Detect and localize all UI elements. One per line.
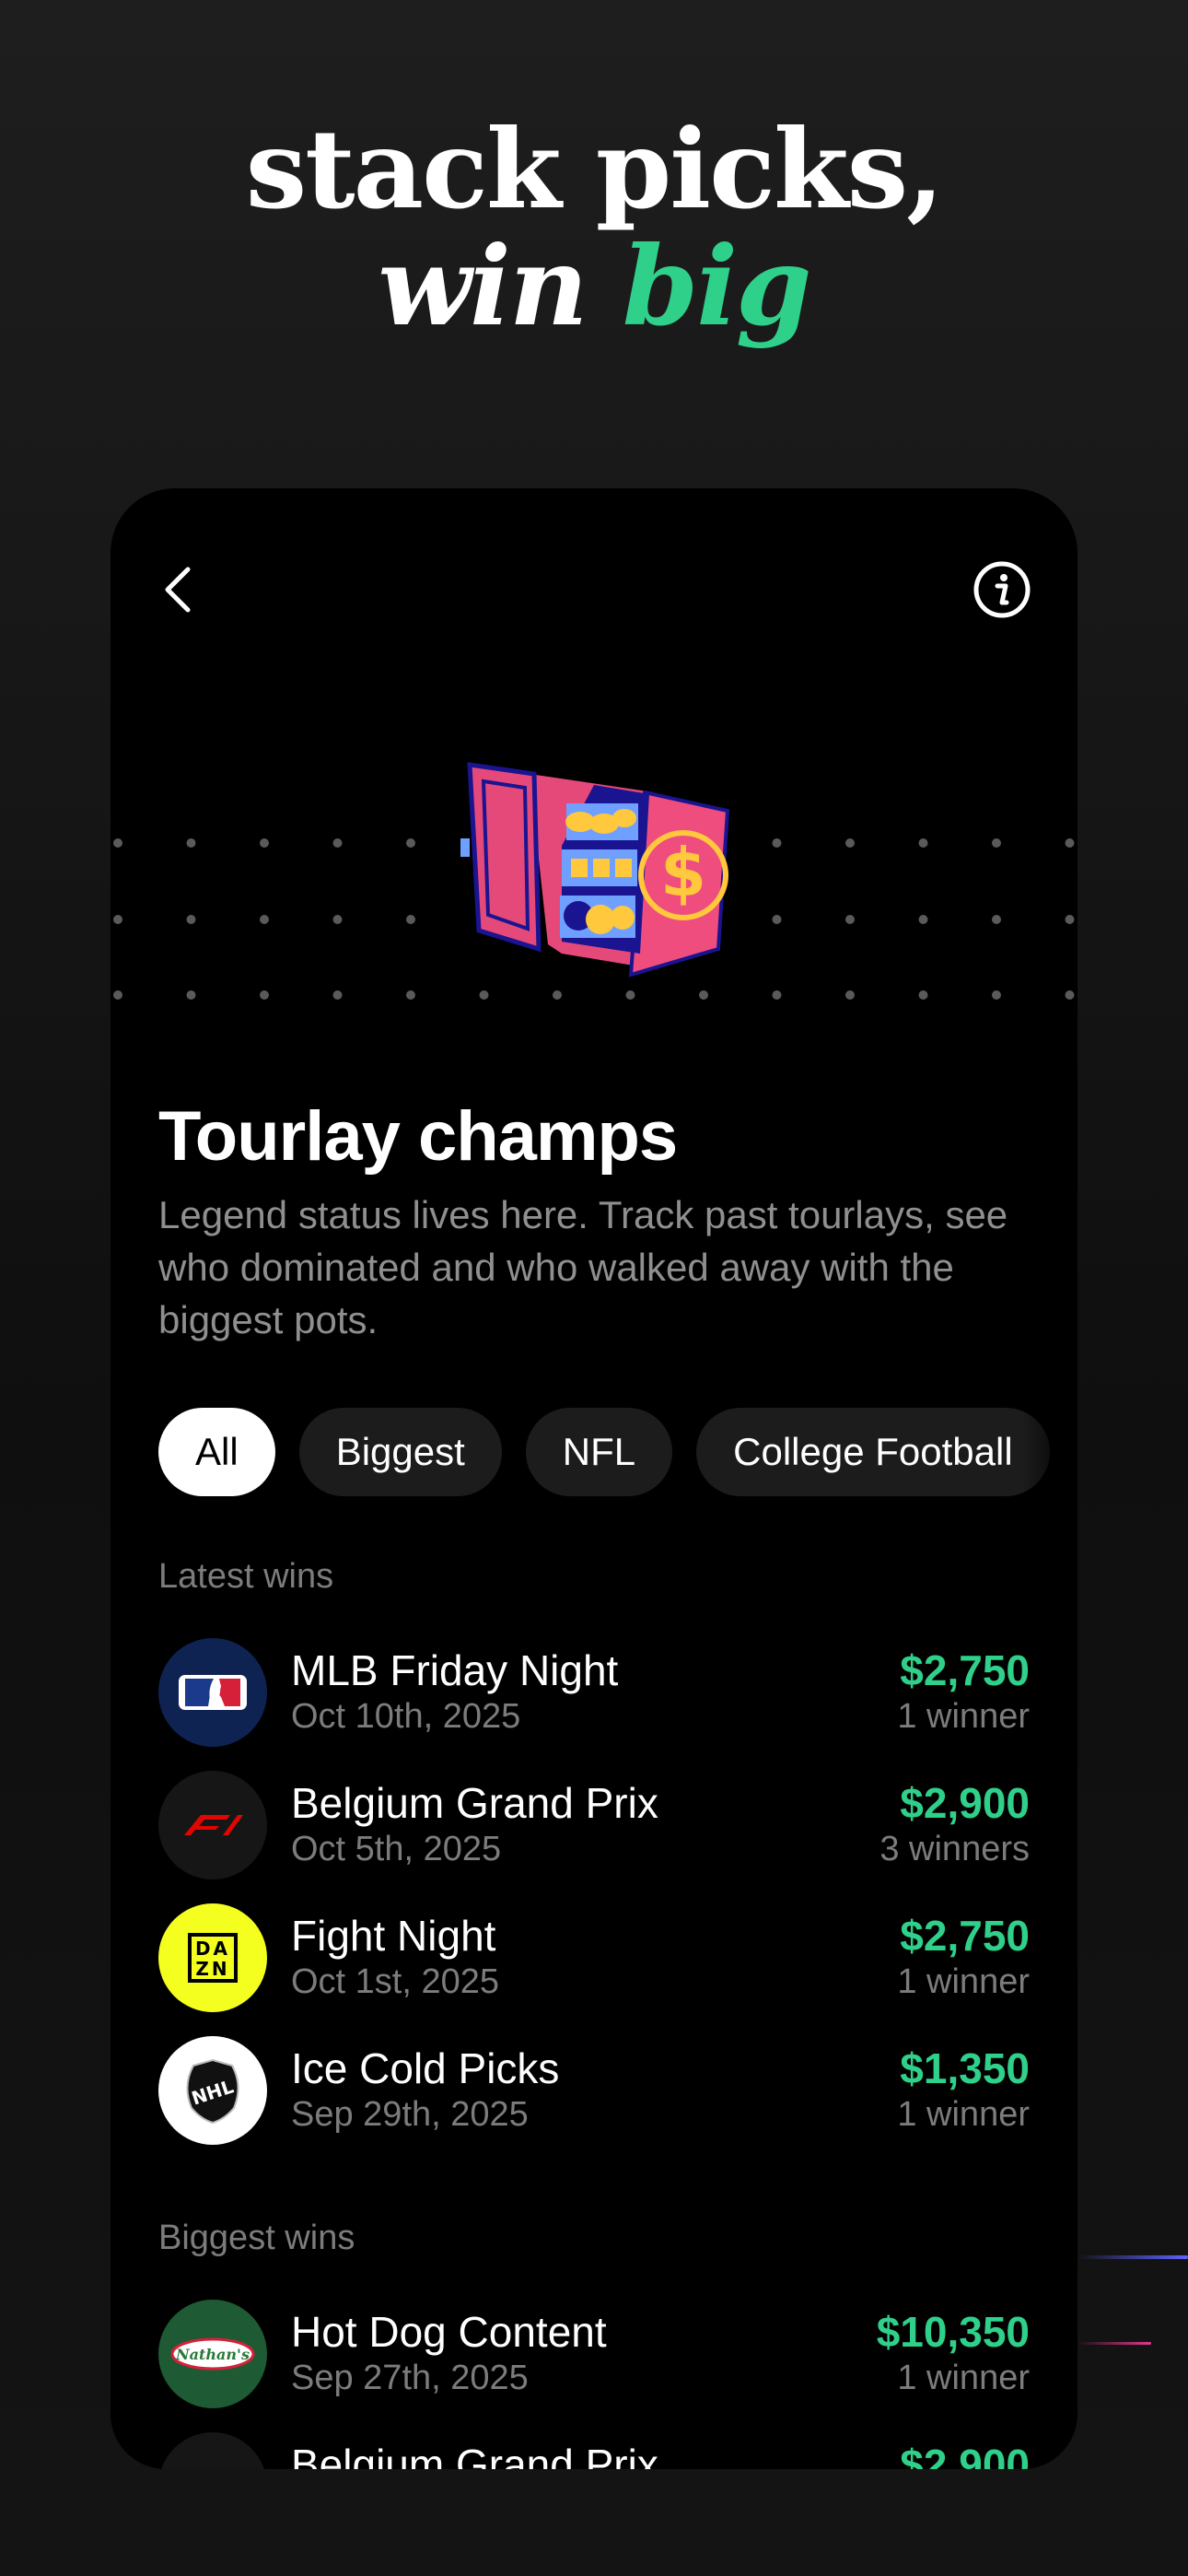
win-amount: $2,900 [900,2441,1030,2469]
win-name: Belgium Grand Prix [291,2441,658,2469]
filter-chips: All Biggest NFL College Football [158,1408,1050,1496]
win-amount: $1,350 [900,2044,1030,2092]
win-name: Hot Dog Content [291,2308,607,2356]
grid-dot [918,915,928,924]
nhl-logo: NHL [158,2036,267,2145]
svg-text:ZN: ZN [195,1958,229,1980]
win-name: MLB Friday Night [291,1646,619,1694]
win-date: Sep 29th, 2025 [291,2095,529,2134]
win-date: Oct 5th, 2025 [291,1830,502,1868]
winner-count: 1 winner [897,1697,1030,1736]
grid-dot [772,915,782,924]
win-row[interactable]: Belgium Grand Prix $2,900 [158,2432,1030,2469]
grid-dot [992,990,1001,1000]
win-amount: $2,750 [900,1912,1030,1960]
grid-dot [845,990,855,1000]
grid-dot [1065,990,1075,1000]
grid-dot [113,990,122,1000]
svg-text:$: $ [660,834,706,911]
mlb-logo [158,1638,267,1747]
grid-dot [918,838,928,848]
section-title-biggest: Biggest wins [158,2219,355,2257]
grid-dot [186,838,196,848]
win-amount: $2,750 [900,1646,1030,1694]
grid-dot [260,838,269,848]
grid-dot [918,990,928,1000]
grid-dot [260,915,269,924]
dazn-logo: DA ZN [158,1903,267,2012]
headline-word-green: big [622,222,812,351]
info-icon[interactable] [973,560,1031,619]
grid-dot [845,915,855,924]
win-amount: $10,350 [876,2308,1030,2356]
nathans-logo: Nathan's [158,2300,267,2408]
win-row[interactable]: NHL Ice Cold Picks Sep 29th, 2025 $1,350… [158,2036,1030,2147]
win-date: Oct 10th, 2025 [291,1697,521,1736]
grid-dot [113,915,122,924]
win-date: Sep 27th, 2025 [291,2359,529,2397]
headline-line2: win big [0,228,1188,345]
win-amount: $2,900 [900,1779,1030,1827]
headline-line1: stack picks, [245,105,945,233]
winner-count: 1 winner [897,2095,1030,2134]
svg-text:Nathan's: Nathan's [175,2346,250,2363]
filter-chip-nfl[interactable]: NFL [525,1408,673,1496]
edge-glow-pink [1077,2342,1151,2345]
winner-count: 1 winner [897,1962,1030,2001]
f1-logo [158,2432,267,2469]
page-title: Tourlay champs [158,1097,678,1176]
filter-chip-college-football[interactable]: College Football [696,1408,1050,1496]
grid-dot [992,915,1001,924]
win-name: Ice Cold Picks [291,2044,560,2092]
win-row[interactable]: MLB Friday Night Oct 10th, 2025 $2,750 1… [158,1638,1030,1749]
grid-dot [332,838,343,848]
safe-illustration: $ [460,762,730,978]
svg-text:DA: DA [195,1938,230,1960]
grid-dot [332,915,343,924]
grid-dot [992,838,1001,848]
win-row[interactable]: DA ZN Fight Night Oct 1st, 2025 $2,750 1… [158,1903,1030,2014]
section-title-latest: Latest wins [158,1557,334,1596]
win-name: Fight Night [291,1912,496,1960]
win-name: Belgium Grand Prix [291,1779,658,1827]
win-row[interactable]: Belgium Grand Prix Oct 5th, 2025 $2,900 … [158,1771,1030,1881]
phone-screen: $ Tourlay champs Legend status lives her… [111,488,1077,2469]
winner-count: 1 winner [897,2359,1030,2397]
win-row[interactable]: Nathan's Hot Dog Content Sep 27th, 2025 … [158,2300,1030,2410]
f1-logo [158,1771,267,1879]
chevron-left-icon[interactable] [157,562,203,617]
grid-dot [1065,838,1075,848]
grid-dot [113,838,122,848]
grid-dot [1065,915,1075,924]
filter-scroll-fade [1022,1400,1077,1502]
winner-count: 3 winners [879,1830,1030,1868]
grid-dot [260,990,269,1000]
grid-dot [186,990,196,1000]
headline: stack picks, win big [0,111,1188,345]
grid-dot [186,915,196,924]
win-date: Oct 1st, 2025 [291,1962,500,2001]
filter-chip-biggest[interactable]: Biggest [298,1408,502,1496]
filter-chip-all[interactable]: All [158,1408,275,1496]
grid-dot [845,838,855,848]
page-description: Legend status lives here. Track past tou… [158,1193,1008,1341]
grid-dot [332,990,343,1000]
headline-word-white: win [378,222,588,351]
grid-dot [772,838,782,848]
grid-dot [772,990,782,1000]
edge-glow-blue [1077,2255,1188,2259]
